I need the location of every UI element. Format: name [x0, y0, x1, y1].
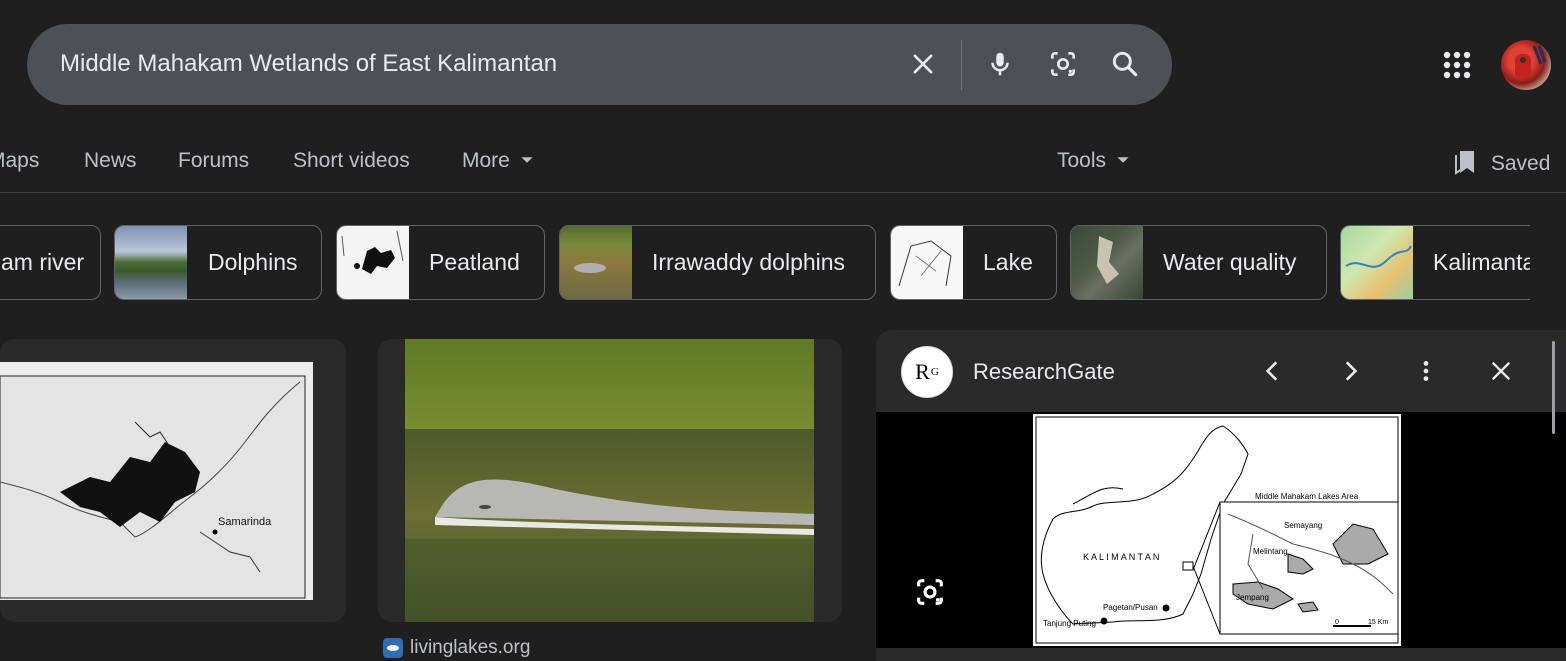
chip-thumbnail: [115, 226, 187, 299]
researchgate-logo: RG: [901, 346, 953, 398]
map-scale-km: 15 Km: [1368, 619, 1388, 626]
chip-kalimantan[interactable]: Kalimanta: [1340, 225, 1530, 300]
chip-label: Water quality: [1163, 249, 1297, 275]
chip-label: Irrawaddy dolphins: [652, 249, 846, 275]
chip-dolphins[interactable]: Dolphins: [114, 225, 322, 300]
chip-label: Lake: [983, 249, 1033, 275]
chip-label: Peatland: [429, 249, 520, 275]
chip-thumbnail: [337, 226, 409, 299]
panel-site-name[interactable]: ResearchGate: [973, 359, 1115, 385]
tab-news[interactable]: News: [84, 149, 137, 173]
preview-image-area: Middle Mahakam Lakes Area K A L I M A N …: [876, 412, 1566, 648]
close-icon[interactable]: [903, 44, 943, 84]
chip-lake[interactable]: Lake: [890, 225, 1057, 300]
map-place-label: Pagetan/Pusan: [1103, 603, 1158, 612]
chip-label: Kalimanta: [1433, 249, 1530, 275]
map-lake-label: Jempang: [1236, 593, 1269, 602]
tools-label: Tools: [1057, 149, 1107, 172]
tabs-divider: [0, 192, 1566, 193]
tools-button[interactable]: Tools: [1057, 149, 1130, 173]
chip-peatland[interactable]: Peatland: [336, 225, 545, 300]
image-preview-panel: RG ResearchGate Middle Mahakam Lakes Are…: [876, 330, 1566, 661]
chip-label: Dolphins: [208, 249, 298, 275]
search-tabs: Maps News Forums Short videos More Tools…: [0, 140, 1566, 192]
chip-water-quality[interactable]: Water quality: [1070, 225, 1327, 300]
chevron-left-icon[interactable]: [1253, 351, 1293, 391]
chip-thumbnail: [1071, 226, 1143, 299]
chip-thumbnail: [1341, 226, 1413, 299]
bookmark-icon: [1455, 151, 1474, 175]
chip-thumbnail: [891, 226, 963, 299]
chevron-right-icon[interactable]: [1330, 351, 1370, 391]
tab-forums[interactable]: Forums: [178, 149, 249, 173]
caret-down-icon: [521, 157, 533, 163]
source-domain: livinglakes.org: [410, 637, 531, 658]
map-place-label: Tanjung Puting: [1043, 619, 1096, 628]
search-query-text[interactable]: Middle Mahakam Wetlands of East Kalimant…: [60, 50, 557, 78]
site-favicon: [383, 638, 403, 658]
result-source[interactable]: livinglakes.org: [383, 637, 530, 659]
microphone-icon[interactable]: [980, 44, 1020, 84]
saved-button[interactable]: Saved: [1453, 149, 1550, 176]
chip-thumbnail: [560, 226, 632, 299]
lens-icon[interactable]: [913, 575, 947, 609]
apps-grid-icon[interactable]: [1438, 46, 1476, 84]
search-icon[interactable]: [1105, 44, 1145, 84]
chip-irrawaddy-dolphins[interactable]: Irrawaddy dolphins: [559, 225, 876, 300]
dolphin-photo[interactable]: [405, 339, 814, 622]
map-region-label: K A L I M A N T A N: [1083, 552, 1159, 562]
lens-icon[interactable]: [1043, 44, 1083, 84]
avatar[interactable]: [1501, 40, 1551, 90]
search-results-page: Middle Mahakam Wetlands of East Kalimant…: [0, 0, 1566, 661]
logo-letter: R: [915, 359, 930, 384]
caret-down-icon: [1117, 157, 1129, 163]
panel-scrollbar[interactable]: [1552, 341, 1555, 434]
search-divider: [961, 40, 962, 90]
preview-map-image[interactable]: Middle Mahakam Lakes Area K A L I M A N …: [1031, 412, 1403, 648]
search-box[interactable]: Middle Mahakam Wetlands of East Kalimant…: [27, 24, 1172, 105]
logo-sup: G: [930, 366, 939, 378]
map-area-label: Middle Mahakam Lakes Area: [1255, 492, 1359, 501]
map-scale-zero: 0: [1335, 619, 1339, 626]
tab-maps[interactable]: Maps: [0, 149, 39, 173]
image-result-card[interactable]: Samarinda: [0, 339, 346, 622]
map-lake-label: Melintang: [1253, 547, 1288, 556]
tab-more[interactable]: More: [462, 149, 534, 173]
chip-label: am river: [1, 249, 85, 275]
tab-short-videos[interactable]: Short videos: [293, 149, 410, 173]
tab-more-label: More: [462, 149, 510, 172]
more-vert-icon[interactable]: [1406, 351, 1446, 391]
map-lake-label: Semayang: [1284, 521, 1322, 530]
map-city-label: Samarinda: [218, 516, 272, 528]
saved-label: Saved: [1490, 152, 1551, 175]
chip-mahakam-river[interactable]: am river: [0, 225, 101, 300]
close-icon[interactable]: [1481, 351, 1521, 391]
result-map-image: Samarinda: [0, 362, 313, 600]
